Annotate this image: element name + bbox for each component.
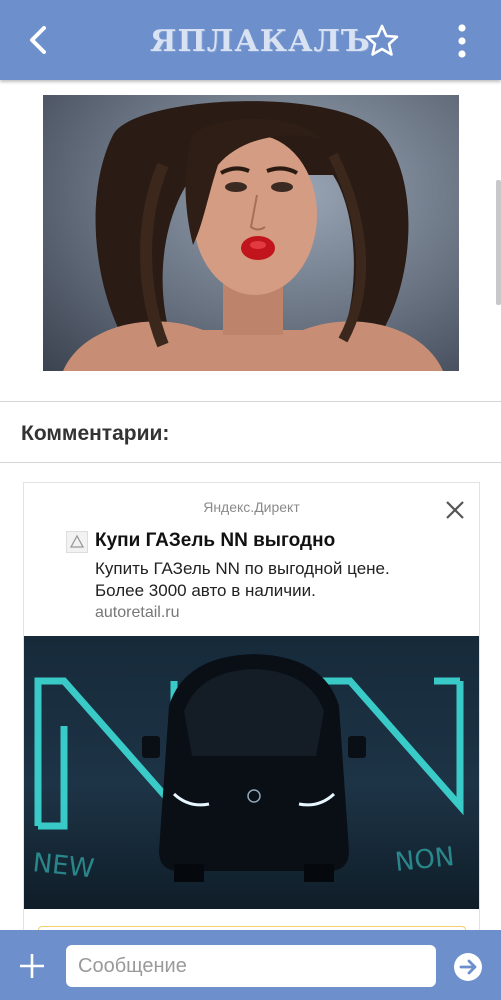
favorite-button[interactable] — [364, 23, 400, 59]
ad-description[interactable]: Купить ГАЗель NN по выгодной цене. Более… — [95, 558, 435, 602]
post-content: Комментарии: Яндекс.Директ Купи ГАЗель N… — [0, 80, 501, 930]
composer-bar — [0, 930, 501, 1000]
ad-source-label[interactable]: Яндекс.Директ — [24, 499, 479, 515]
post-image[interactable] — [43, 95, 459, 371]
banner-strip-right: NON — [394, 842, 456, 878]
more-vertical-icon — [458, 24, 466, 58]
top-bar: ЯПЛАКАЛЪ — [0, 0, 501, 80]
ad-domain-link[interactable]: autoretail.ru — [95, 604, 180, 622]
ad-title-link[interactable]: Купи ГАЗель NN выгодно — [95, 530, 335, 552]
site-logo[interactable]: ЯПЛАКАЛЪ — [150, 22, 370, 62]
star-outline-icon — [365, 24, 399, 56]
scrollbar-thumb[interactable] — [496, 180, 501, 305]
message-input[interactable] — [66, 945, 436, 987]
ad-block[interactable]: Яндекс.Директ Купи ГАЗель NN выгодно Куп… — [23, 482, 480, 930]
close-icon — [446, 501, 464, 519]
comments-heading: Комментарии: — [21, 422, 170, 445]
divider — [0, 401, 501, 402]
add-attachment-button[interactable] — [18, 952, 46, 980]
plus-icon — [20, 954, 44, 978]
ad-close-button[interactable] — [444, 499, 466, 521]
van-neon-illustration: NN NEW NON — [24, 636, 464, 884]
chevron-left-icon — [30, 26, 46, 54]
send-arrow-icon — [454, 953, 482, 981]
send-button[interactable] — [453, 952, 483, 982]
ad-favicon-icon — [66, 531, 88, 553]
banner-strip-left: NEW — [31, 848, 95, 884]
banner-letters: NN — [24, 636, 26, 637]
more-menu-button[interactable] — [450, 22, 474, 60]
divider — [0, 462, 501, 463]
portrait-illustration — [63, 101, 443, 371]
back-button[interactable] — [22, 22, 58, 58]
ad-banner-image[interactable]: NN NEW NON — [24, 636, 479, 909]
